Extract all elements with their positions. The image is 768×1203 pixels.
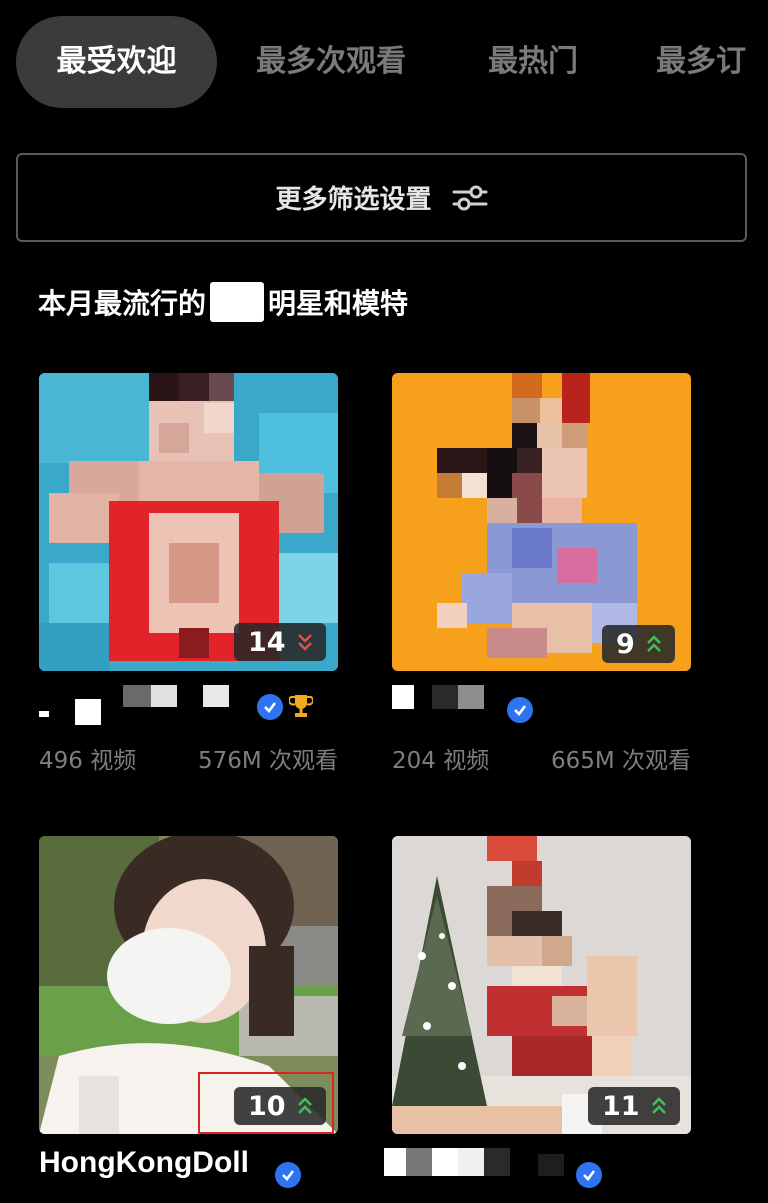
model-thumbnail[interactable]: 10 [39,836,338,1134]
verified-icon [257,694,283,720]
trophy-icon [289,695,313,717]
rank-number: 14 [248,626,286,658]
model-card[interactable]: 9 204 视频 665M 次观看 [392,373,691,774]
censor-block [203,685,229,707]
model-card[interactable]: 11 [384,836,691,1188]
censor-block [75,699,101,725]
verified-icon [275,1162,301,1188]
censor-block [484,1148,510,1176]
rank-highlight-box [198,1072,334,1134]
model-card[interactable]: 14 496 视频 576M 次观看 [39,373,338,774]
trend-up-icon [651,1097,666,1114]
section-title-end: 明星和模特 [268,287,409,320]
censor-block [406,1148,432,1176]
rank-number: 9 [616,628,635,660]
censor-block [458,685,484,709]
rank-badge: 14 [234,623,326,661]
rank-number: 11 [602,1090,640,1122]
model-thumbnail[interactable]: 14 [39,373,338,671]
model-name-row[interactable] [39,677,338,729]
tab-most-subscribed[interactable]: 最多订 [656,16,746,108]
more-filters-label: 更多筛选设置 [275,185,432,215]
section-title-start: 本月最流行的 [38,287,207,320]
censor-block [39,711,49,717]
censor-block [458,1148,484,1176]
censor-block [432,1148,458,1176]
censor-block [538,1154,564,1176]
trend-up-icon [646,635,661,652]
video-count: 496 视频 [39,748,137,774]
video-count: 204 视频 [392,748,490,774]
category-tabs: 最受欢迎 最多次观看 最热门 最多订 [0,0,768,120]
censor-block [210,282,265,322]
rank-badge: 11 [588,1087,680,1125]
model-name-row[interactable]: HongKongDoll [39,1140,338,1192]
verified-icon [507,697,533,723]
tab-trending[interactable]: 最热门 [488,16,578,108]
section-title: 本月最流行的 明星和模特 [38,282,408,322]
more-filters-button[interactable]: 更多筛选设置 [16,153,747,242]
model-name-row[interactable] [392,677,691,729]
model-card[interactable]: 10 HongKongDoll [39,836,338,1188]
model-thumbnail[interactable]: 9 [392,373,691,671]
censor-block [151,685,177,707]
model-name-row[interactable] [384,1140,691,1192]
censor-block [384,1148,406,1176]
tab-most-popular[interactable]: 最受欢迎 [16,16,217,108]
sliders-icon [452,185,487,210]
view-count: 665M 次观看 [550,748,691,774]
model-name[interactable]: HongKongDoll [39,1146,249,1180]
trend-down-icon [297,634,312,651]
verified-icon [576,1162,602,1188]
censor-block [392,685,414,709]
rank-badge: 9 [602,625,675,663]
censor-block [432,685,458,709]
view-count: 576M 次观看 [197,748,338,774]
tab-most-viewed[interactable]: 最多次观看 [256,16,406,108]
model-thumbnail[interactable]: 11 [392,836,691,1134]
